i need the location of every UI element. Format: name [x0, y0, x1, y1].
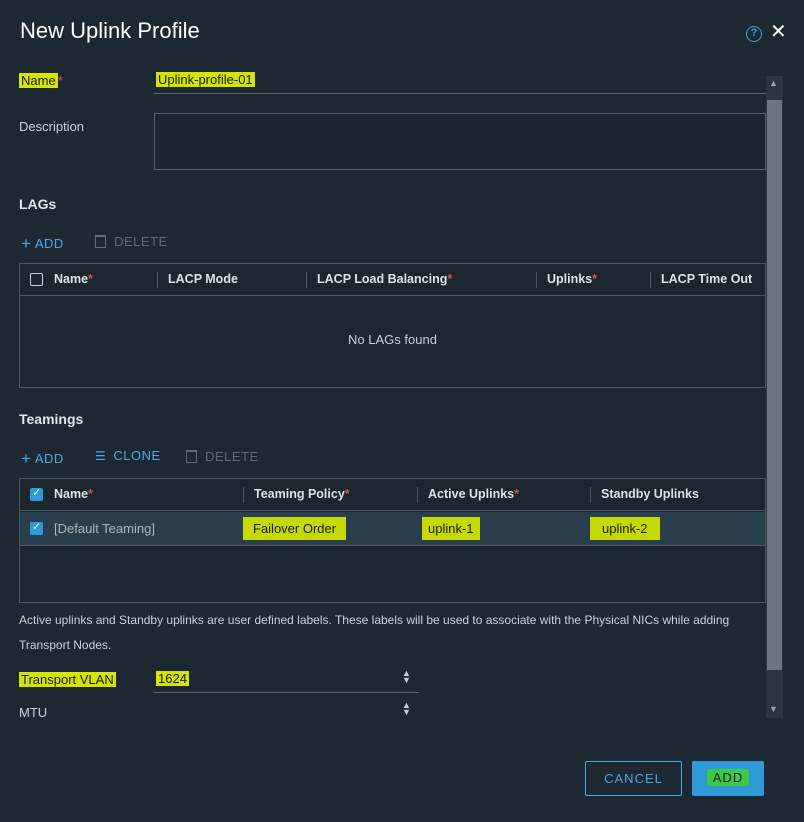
add-button[interactable]: ADD [692, 761, 764, 796]
teamings-add-button[interactable]: + ADD [21, 448, 64, 468]
trash-icon [186, 450, 197, 463]
cancel-button[interactable]: CANCEL [585, 761, 682, 796]
transport-vlan-label: Transport VLAN [19, 672, 116, 687]
teamings-grid: Name* Teaming Policy* Active Uplinks* St… [19, 478, 766, 603]
teamings-section-title: Teamings [19, 411, 84, 427]
mtu-input[interactable]: ▲ ▼ [154, 698, 419, 724]
scroll-down-icon[interactable]: ▼ [769, 704, 778, 714]
close-icon[interactable]: ✕ [770, 22, 787, 42]
table-row[interactable]: [Default Teaming] Failover Order uplink-… [20, 512, 765, 546]
standby-uplinks-cell[interactable]: uplink-2 [590, 517, 660, 540]
description-label: Description [19, 119, 85, 134]
teamings-delete-button[interactable]: DELETE [186, 448, 259, 464]
teaming-name-cell: [Default Teaming] [54, 521, 155, 536]
column-divider[interactable] [157, 272, 158, 288]
lags-col-uplinks[interactable]: Uplinks* [547, 272, 597, 286]
column-divider[interactable] [536, 272, 537, 288]
teamings-select-all-checkbox[interactable] [30, 486, 43, 501]
description-input[interactable] [154, 113, 766, 170]
spinner-icon[interactable]: ▲ ▼ [402, 701, 411, 717]
plus-icon: + [21, 234, 32, 253]
teamings-col-active-uplinks[interactable]: Active Uplinks* [428, 487, 519, 501]
name-input-value: Uplink-profile-01 [156, 72, 255, 87]
plus-icon: + [21, 449, 32, 468]
lags-empty-message: No LAGs found [348, 332, 437, 347]
name-label: Name * [19, 73, 63, 88]
help-icon[interactable]: ? [746, 26, 762, 42]
lags-col-lacp-time-out[interactable]: LACP Time Out [661, 272, 752, 286]
column-divider[interactable] [306, 272, 307, 288]
lags-section-title: LAGs [19, 196, 57, 212]
new-uplink-profile-dialog: New Uplink Profile ? ✕ Name * Uplink-prof… [0, 0, 804, 822]
mtu-label: MTU [19, 705, 48, 720]
teaming-policy-cell[interactable]: Failover Order [243, 517, 347, 540]
lags-select-all-checkbox[interactable] [30, 273, 43, 286]
trash-icon [95, 235, 106, 248]
teamings-col-name[interactable]: Name* [54, 487, 93, 501]
teamings-col-standby-uplinks[interactable]: Standby Uplinks [601, 487, 699, 501]
column-divider[interactable] [590, 487, 591, 503]
teamings-col-teaming-policy[interactable]: Teaming Policy* [254, 487, 350, 501]
teamings-grid-header: Name* Teaming Policy* Active Uplinks* St… [20, 479, 765, 511]
column-divider[interactable] [243, 487, 244, 503]
spinner-icon[interactable]: ▲ ▼ [402, 669, 411, 685]
lags-col-lacp-mode[interactable]: LACP Mode [168, 272, 238, 286]
lags-delete-button[interactable]: DELETE [95, 233, 168, 249]
column-divider[interactable] [650, 272, 651, 288]
transport-vlan-value: 1624 [156, 671, 189, 686]
active-uplinks-cell[interactable]: uplink-1 [422, 517, 480, 540]
teamings-clone-button[interactable]: ☰ CLONE [95, 448, 161, 463]
name-input[interactable]: Uplink-profile-01 [154, 68, 766, 94]
column-divider[interactable] [417, 487, 418, 503]
teamings-help-note: Active uplinks and Standby uplinks are u… [19, 613, 730, 652]
lags-col-lacp-load-balancing[interactable]: LACP Load Balancing* [317, 272, 452, 286]
required-mark: * [57, 73, 63, 88]
lags-grid-header: Name* LACP Mode LACP Load Balancing* Upl… [20, 264, 765, 296]
lags-grid: Name* LACP Mode LACP Load Balancing* Upl… [19, 263, 766, 388]
row-checkbox[interactable] [30, 520, 43, 535]
clone-icon: ☰ [95, 449, 107, 463]
lags-add-button[interactable]: + ADD [21, 233, 64, 253]
dialog-title: New Uplink Profile [20, 18, 200, 43]
lags-col-name[interactable]: Name* [54, 272, 93, 286]
scrollbar-thumb[interactable] [767, 100, 782, 670]
transport-vlan-input[interactable]: 1624 ▲ ▼ [154, 667, 419, 693]
scroll-up-icon[interactable]: ▲ [769, 78, 778, 88]
